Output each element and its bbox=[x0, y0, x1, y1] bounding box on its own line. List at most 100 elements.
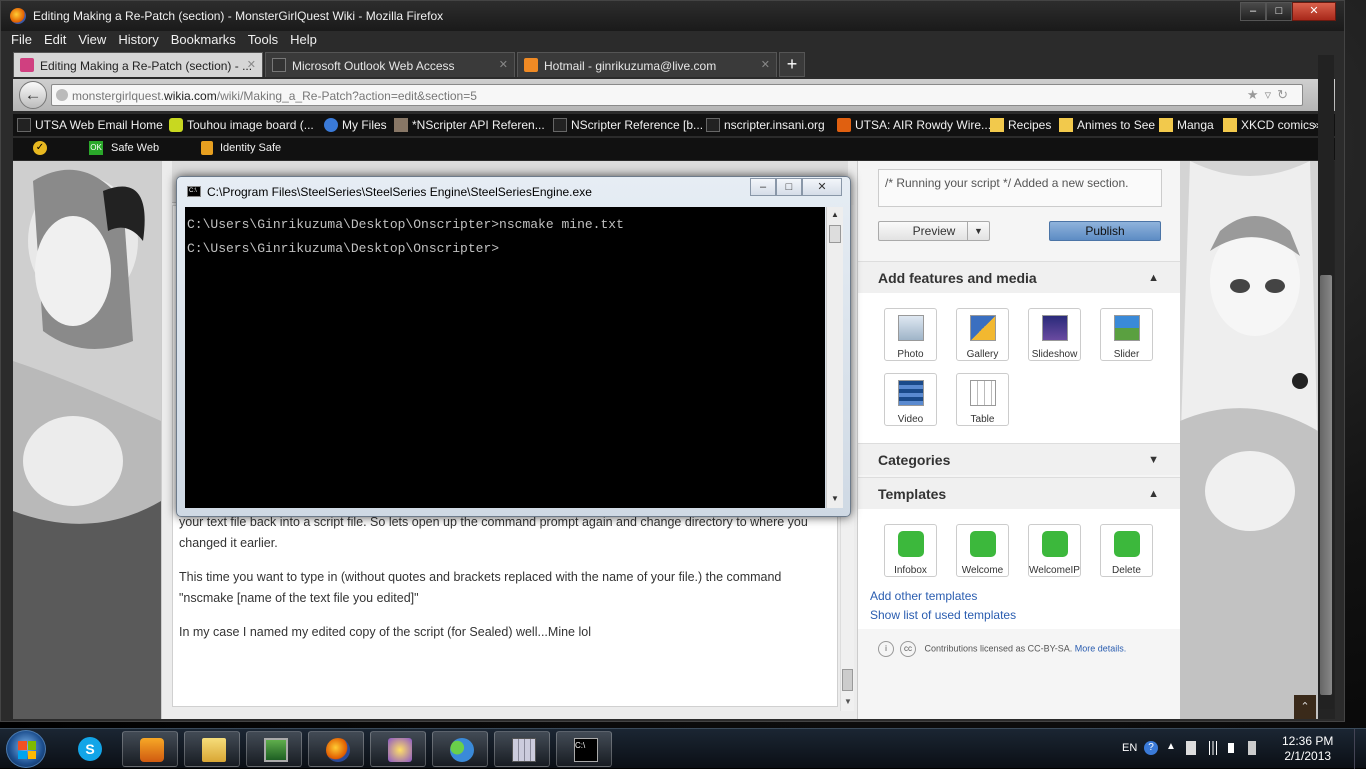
command-prompt-window[interactable]: C:\ C:\Program Files\SteelSeries\SteelSe… bbox=[176, 176, 851, 517]
slider-tool[interactable]: Slider bbox=[1100, 308, 1153, 361]
menu-help[interactable]: Help bbox=[290, 32, 317, 50]
menu-edit[interactable]: Edit bbox=[44, 32, 66, 50]
device-icon[interactable] bbox=[1186, 741, 1196, 755]
tab-close-icon[interactable]: ✕ bbox=[761, 58, 770, 71]
menu-file[interactable]: File bbox=[11, 32, 32, 50]
bookmark-nscripter-api[interactable]: *NScripter API Referen... bbox=[394, 118, 545, 132]
cmd-minimize-button[interactable]: – bbox=[750, 178, 776, 196]
templates-header[interactable]: Templates ▲ bbox=[858, 477, 1181, 509]
url-bar[interactable]: monstergirlquest.wikia.com/wiki/Making_a… bbox=[51, 84, 1303, 106]
tool-label: Slider bbox=[1113, 349, 1140, 360]
tab-editing-repatch[interactable]: Editing Making a Re-Patch (section) - ..… bbox=[13, 52, 263, 77]
back-to-top-button[interactable]: ⌃ bbox=[1294, 695, 1316, 719]
categories-header[interactable]: Categories ▼ bbox=[858, 443, 1181, 475]
add-features-header[interactable]: Add features and media ▲ bbox=[858, 261, 1181, 293]
taskbar-monitor[interactable] bbox=[246, 731, 302, 767]
bookmark-star-icon[interactable]: ★ bbox=[1247, 87, 1265, 102]
taskbar-cmd[interactable]: C:\ bbox=[556, 731, 612, 767]
show-desktop-button[interactable] bbox=[1354, 729, 1366, 769]
back-button[interactable]: ← bbox=[19, 81, 47, 109]
welcomeip-template[interactable]: WelcomeIP bbox=[1028, 524, 1081, 577]
page-icon bbox=[706, 118, 720, 132]
cmd-maximize-button[interactable]: □ bbox=[776, 178, 802, 196]
menu-view[interactable]: View bbox=[78, 32, 106, 50]
tab-outlook[interactable]: Microsoft Outlook Web Access ✕ bbox=[265, 52, 515, 77]
identity-lock-icon bbox=[201, 141, 213, 155]
reload-icon[interactable]: ↻ bbox=[1277, 87, 1294, 102]
menu-bookmarks[interactable]: Bookmarks bbox=[171, 32, 236, 50]
preview-dropdown-icon[interactable]: ▼ bbox=[967, 222, 989, 240]
editor-scroll-thumb[interactable] bbox=[842, 669, 853, 691]
console-scroll-thumb[interactable] bbox=[829, 225, 841, 243]
taskbar-clock[interactable]: 12:36 PM 2/1/2013 bbox=[1282, 734, 1333, 764]
taskbar-firefox[interactable] bbox=[308, 731, 364, 767]
console-output[interactable]: C:\Users\Ginrikuzuma\Desktop\Onscripter>… bbox=[185, 207, 825, 508]
bookmark-touhou[interactable]: Touhou image board (... bbox=[169, 118, 314, 132]
bookmark-my-files[interactable]: My Files bbox=[324, 118, 387, 132]
infobox-template[interactable]: Infobox bbox=[884, 524, 937, 577]
taskbar-skype[interactable]: S bbox=[61, 731, 117, 767]
show-used-templates-link[interactable]: Show list of used templates bbox=[870, 608, 1016, 622]
folder-icon bbox=[1059, 118, 1073, 132]
publish-button[interactable]: Publish bbox=[1049, 221, 1161, 241]
tab-close-icon[interactable]: ✕ bbox=[499, 58, 508, 71]
edit-summary-field[interactable]: /* Running your script */ Added a new se… bbox=[878, 169, 1162, 207]
help-icon[interactable]: ? bbox=[1144, 741, 1158, 755]
page-scroll-thumb[interactable] bbox=[1320, 275, 1332, 695]
minimize-button[interactable]: – bbox=[1240, 2, 1266, 21]
taskbar-explorer[interactable] bbox=[184, 731, 240, 767]
bookmark-xkcd[interactable]: XKCD comics bbox=[1223, 118, 1315, 132]
cmd-close-button[interactable]: ✕ bbox=[802, 178, 842, 196]
page-scrollbar[interactable] bbox=[1318, 55, 1334, 709]
action-center-icon[interactable] bbox=[1248, 741, 1256, 755]
bookmark-utsa-email[interactable]: UTSA Web Email Home bbox=[17, 118, 163, 132]
bookmark-nscripter-insani[interactable]: nscripter.insani.org bbox=[706, 118, 825, 132]
taskbar-game[interactable] bbox=[370, 731, 426, 767]
welcome-template[interactable]: Welcome bbox=[956, 524, 1009, 577]
language-indicator[interactable]: EN bbox=[1122, 742, 1137, 754]
network-signal-icon[interactable] bbox=[1206, 741, 1220, 755]
bookmark-animes[interactable]: Animes to See bbox=[1059, 118, 1155, 132]
slideshow-tool[interactable]: Slideshow bbox=[1028, 308, 1081, 361]
taskbar-media-player[interactable] bbox=[122, 731, 178, 767]
volume-icon[interactable] bbox=[1228, 743, 1242, 753]
tray-expand-icon[interactable]: ▲ bbox=[1166, 741, 1180, 755]
start-button[interactable] bbox=[6, 730, 46, 768]
collapse-up-icon: ▲ bbox=[1148, 272, 1159, 284]
safe-web-button[interactable]: Safe Web bbox=[111, 142, 159, 154]
history-dropdown-icon[interactable]: ▿ bbox=[1265, 87, 1278, 102]
folder-icon bbox=[990, 118, 1004, 132]
maximize-button[interactable]: □ bbox=[1266, 2, 1292, 21]
scroll-down-icon[interactable]: ▼ bbox=[844, 697, 852, 706]
photo-tool[interactable]: Photo bbox=[884, 308, 937, 361]
gallery-tool[interactable]: Gallery bbox=[956, 308, 1009, 361]
taskbar-calculator[interactable] bbox=[494, 731, 550, 767]
preview-button[interactable]: Preview ▼ bbox=[878, 221, 990, 241]
delete-template[interactable]: Delete bbox=[1100, 524, 1153, 577]
new-tab-button[interactable]: + bbox=[779, 52, 805, 77]
bookmark-nscripter-ref[interactable]: NScripter Reference [b... bbox=[553, 118, 703, 132]
bookmark-manga[interactable]: Manga bbox=[1159, 118, 1214, 132]
menu-history[interactable]: History bbox=[118, 32, 158, 50]
tool-label: Gallery bbox=[966, 349, 999, 360]
identity-safe-button[interactable]: Identity Safe bbox=[220, 142, 281, 154]
tool-label: Table bbox=[970, 414, 995, 425]
scroll-up-icon[interactable]: ▲ bbox=[831, 210, 839, 219]
taskbar-messenger[interactable] bbox=[432, 731, 488, 767]
license-details-link[interactable]: More details. bbox=[1075, 643, 1127, 653]
bookmark-utsa-air[interactable]: UTSA: AIR Rowdy Wire... bbox=[837, 118, 991, 132]
tab-close-icon[interactable]: ✕ bbox=[247, 58, 256, 71]
add-other-templates-link[interactable]: Add other templates bbox=[870, 589, 977, 603]
scroll-down-icon[interactable]: ▼ bbox=[831, 494, 839, 503]
templates-title: Templates bbox=[878, 486, 947, 502]
close-button[interactable]: ✕ bbox=[1292, 2, 1336, 21]
tool-label: Photo bbox=[897, 349, 924, 360]
table-tool[interactable]: Table bbox=[956, 373, 1009, 426]
firefox-titlebar[interactable]: Editing Making a Re-Patch (section) - Mo… bbox=[1, 1, 1344, 31]
tab-hotmail[interactable]: Hotmail - ginrikuzuma@live.com ✕ bbox=[517, 52, 777, 77]
norton-check-icon[interactable]: ✓ bbox=[33, 141, 47, 155]
bookmark-recipes[interactable]: Recipes bbox=[990, 118, 1051, 132]
video-tool[interactable]: Video bbox=[884, 373, 937, 426]
console-scrollbar[interactable]: ▲ ▼ bbox=[826, 207, 843, 508]
menu-tools[interactable]: Tools bbox=[248, 32, 278, 50]
